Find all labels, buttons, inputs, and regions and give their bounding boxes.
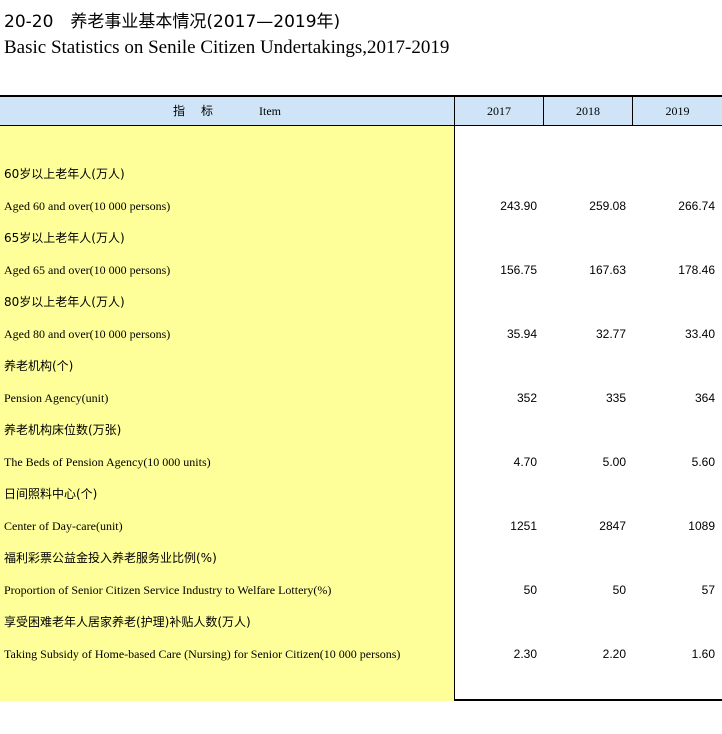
statistics-table: 指 标 Item 2017 2018 2019 60岁以上老年人(万人) Aged … <box>0 95 722 701</box>
cell-value-2017: 50 <box>523 583 537 597</box>
cell-value-2018: 2.20 <box>602 647 626 661</box>
cell-value-2018: 2847 <box>599 519 626 533</box>
header-item-cn: 指 标 <box>172 104 215 118</box>
row-label-cn: 养老机构床位数(万张) <box>4 423 122 437</box>
row-label-en: Aged 80 and over(10 000 persons) <box>4 327 171 341</box>
cell-value-2018: 259.08 <box>589 199 626 213</box>
header-year-2019: 2019 <box>665 104 690 118</box>
cell-value-2017: 1251 <box>510 519 537 533</box>
row-label-cn: 80岁以上老年人(万人) <box>4 295 125 309</box>
cell-value-2017: 243.90 <box>500 199 537 213</box>
row-label-cn: 日间照料中心(个) <box>4 487 98 501</box>
cell-value-2018: 50 <box>612 583 626 597</box>
cell-value-2018: 335 <box>605 391 626 405</box>
row-label-cn: 福利彩票公益金投入养老服务业比例(%) <box>4 551 217 565</box>
cell-value-2019: 1089 <box>688 519 715 533</box>
row-label-en: Proportion of Senior Citizen Service Ind… <box>4 583 332 597</box>
row-label-cn: 享受困难老年人居家养老(护理)补贴人数(万人) <box>4 615 251 629</box>
header-item-cell: 指 标 Item <box>0 97 455 125</box>
row-label-en: The Beds of Pension Agency(10 000 units) <box>4 455 211 469</box>
cell-value-2018: 5.00 <box>602 455 626 469</box>
row-label-en: Pension Agency(unit) <box>4 391 109 405</box>
row-label-cn: 养老机构(个) <box>4 359 74 373</box>
table-title-en: Basic Statistics on Senile Citizen Under… <box>4 37 450 58</box>
table-title-cn: 20-20 养老事业基本情况(2017—2019年) <box>4 12 341 32</box>
row-label-cn: 60岁以上老年人(万人) <box>4 167 125 181</box>
table-header: 指 标 Item 2017 2018 2019 <box>0 97 722 126</box>
row-label-cn: 65岁以上老年人(万人) <box>4 231 125 245</box>
header-year-2017: 2017 <box>455 97 544 125</box>
cell-value-2017: 4.70 <box>513 455 537 469</box>
header-year-2018: 2018 <box>544 97 633 125</box>
cell-value-2018: 167.63 <box>589 263 626 277</box>
row-label-en: Aged 65 and over(10 000 persons) <box>4 263 171 277</box>
cell-value-2019: 266.74 <box>678 199 715 213</box>
cell-value-2019: 57 <box>701 583 715 597</box>
cell-value-2017: 35.94 <box>506 327 537 341</box>
row-label-en: Center of Day-care(unit) <box>4 519 123 533</box>
cell-value-2017: 352 <box>516 391 537 405</box>
cell-value-2019: 33.40 <box>684 327 715 341</box>
cell-value-2017: 156.75 <box>500 263 537 277</box>
cell-value-2019: 5.60 <box>691 455 715 469</box>
row-label-en: Taking Subsidy of Home-based Care (Nursi… <box>4 647 401 661</box>
cell-value-2019: 1.60 <box>691 647 715 661</box>
row-label-en: Aged 60 and over(10 000 persons) <box>4 199 171 213</box>
cell-value-2019: 178.46 <box>678 263 715 277</box>
cell-value-2018: 32.77 <box>595 327 626 341</box>
cell-value-2017: 2.30 <box>513 647 537 661</box>
cell-value-2019: 364 <box>694 391 715 405</box>
header-item-en: Item <box>259 104 281 118</box>
